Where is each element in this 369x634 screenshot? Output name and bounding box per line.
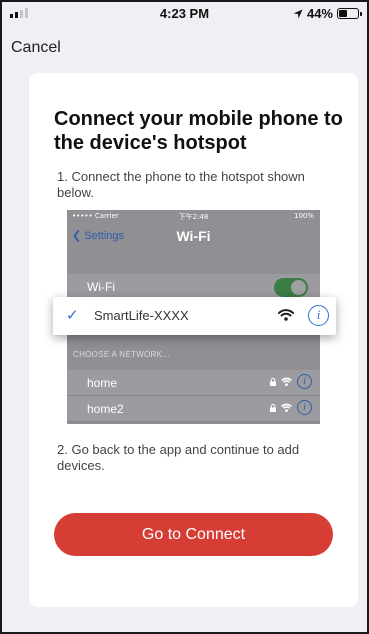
- info-icon: i: [297, 374, 312, 389]
- illustration-wifi-label: Wi-Fi: [87, 280, 115, 294]
- cancel-button[interactable]: Cancel: [11, 39, 61, 57]
- phone-screen: 4:23 PM 44% Cancel Connect your mobile p…: [0, 0, 369, 634]
- battery-percent: 44%: [306, 6, 333, 21]
- network-row: home i: [67, 370, 320, 396]
- wifi-icon: [281, 377, 292, 386]
- selected-network-name: SmartLife-XXXX: [94, 308, 189, 323]
- wifi-toggle-icon: [274, 278, 308, 297]
- lock-icon: [270, 403, 276, 412]
- battery-icon: [337, 8, 362, 19]
- instruction-card: Connect your mobile phone to the device'…: [29, 73, 358, 607]
- location-arrow-icon: [293, 9, 303, 18]
- illustration-status-bar: ••••• Carrier 下午2:48 100%: [67, 210, 320, 222]
- illustration-battery: 100%: [293, 212, 314, 220]
- status-right: 44%: [293, 6, 362, 21]
- illustration-time: 下午2:48: [178, 213, 209, 221]
- go-to-connect-button[interactable]: Go to Connect: [54, 513, 333, 556]
- selected-network-row: ✓ SmartLife-XXXX i: [53, 297, 336, 335]
- info-icon: i: [297, 400, 312, 415]
- info-icon: i: [308, 305, 329, 326]
- step-2-text: 2. Go back to the app and continue to ad…: [57, 442, 300, 473]
- network-name: home2: [87, 402, 124, 416]
- illustration-nav-bar: ❮ Settings Wi-Fi: [67, 222, 320, 250]
- status-bar: 4:23 PM 44%: [2, 2, 367, 24]
- network-row: home2 i: [67, 396, 320, 422]
- network-icons: i: [270, 374, 312, 389]
- wifi-settings-illustration: ••••• Carrier 下午2:48 100% ❮ Settings Wi-…: [53, 210, 336, 424]
- network-icons: i: [270, 400, 312, 415]
- step-1-text: 1. Connect the phone to the hotspot show…: [57, 169, 305, 200]
- card-title: Connect your mobile phone to the device'…: [54, 108, 343, 154]
- network-name: home: [87, 376, 118, 390]
- checkmark-icon: ✓: [66, 307, 79, 324]
- illustration-nav-title: Wi-Fi: [176, 228, 211, 244]
- choose-network-label: CHOOSE A NETWORK...: [73, 350, 170, 359]
- wifi-icon: [281, 403, 292, 412]
- lock-icon: [270, 377, 276, 386]
- wifi-icon: [278, 309, 294, 321]
